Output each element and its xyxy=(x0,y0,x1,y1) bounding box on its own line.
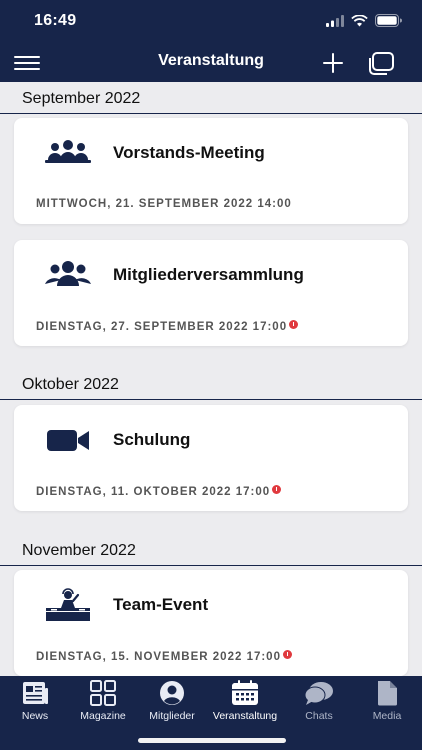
event-name: Mitgliederversammlung xyxy=(113,265,304,284)
tab-magazine[interactable]: Magazine xyxy=(68,680,138,724)
event-date: DIENSTAG, 11. OKTOBER 2022 17:00 xyxy=(36,485,282,498)
tab-label: Veranstaltung xyxy=(212,710,278,722)
file-icon xyxy=(378,681,397,706)
battery-icon xyxy=(375,14,402,27)
event-card[interactable]: Schulung DIENSTAG, 11. OKTOBER 2022 17:0… xyxy=(14,405,408,511)
person-circle-icon xyxy=(160,681,184,705)
tab-veranstaltung[interactable]: Veranstaltung xyxy=(205,680,285,724)
meeting-group-icon xyxy=(45,140,91,163)
grid-icon xyxy=(90,680,116,706)
page-title: Veranstaltung xyxy=(158,52,264,69)
tab-news[interactable]: News xyxy=(0,680,70,724)
event-card[interactable]: Team-Event DIENSTAG, 15. NOVEMBER 2022 1… xyxy=(14,570,408,676)
event-name: Schulung xyxy=(113,430,191,449)
chat-bubbles-icon xyxy=(304,682,333,705)
people-group-icon xyxy=(45,261,91,286)
status-bar: 16:49 xyxy=(0,0,422,44)
event-name: Vorstands-Meeting xyxy=(113,143,265,162)
section-label: September 2022 xyxy=(22,90,141,107)
wifi-icon xyxy=(351,14,368,26)
cellular-signal-icon xyxy=(326,14,344,27)
tab-chats[interactable]: Chats xyxy=(284,680,354,724)
section-header-november: November 2022 xyxy=(0,534,422,566)
home-indicator xyxy=(138,738,286,743)
calendar-icon xyxy=(232,680,258,705)
multi-window-icon[interactable] xyxy=(366,50,396,76)
dj-icon xyxy=(46,588,90,621)
tab-label: Chats xyxy=(305,710,333,722)
tab-label: Magazine xyxy=(80,710,126,722)
alert-icon xyxy=(289,320,299,329)
tab-label: News xyxy=(21,710,49,722)
nav-bar: Veranstaltung xyxy=(0,44,422,82)
tab-mitglieder[interactable]: Mitglieder xyxy=(137,680,207,724)
status-time: 16:49 xyxy=(34,12,77,29)
system-icons xyxy=(326,14,402,27)
section-header-oktober: Oktober 2022 xyxy=(0,368,422,400)
alert-icon xyxy=(282,650,292,659)
event-card[interactable]: Vorstands-Meeting MITTWOCH, 21. SEPTEMBE… xyxy=(14,118,408,224)
newspaper-icon xyxy=(23,682,48,704)
section-header-september: September 2022 xyxy=(0,82,422,114)
tab-label: Media xyxy=(372,710,402,722)
add-event-plus-icon[interactable] xyxy=(320,50,346,76)
section-label: Oktober 2022 xyxy=(22,376,119,393)
event-date: DIENSTAG, 27. SEPTEMBER 2022 17:00 xyxy=(36,320,299,333)
tab-label: Mitglieder xyxy=(149,710,195,722)
event-name: Team-Event xyxy=(113,595,209,614)
event-list[interactable]: September 2022 Vorstands-Meeting MITTWOC… xyxy=(0,82,422,676)
video-camera-icon xyxy=(47,430,89,451)
event-card[interactable]: Mitgliederversammlung DIENSTAG, 27. SEPT… xyxy=(14,240,408,346)
tab-media[interactable]: Media xyxy=(352,680,422,724)
section-label: November 2022 xyxy=(22,542,136,559)
event-date: MITTWOCH, 21. SEPTEMBER 2022 14:00 xyxy=(36,198,292,210)
alert-icon xyxy=(272,485,282,494)
event-date: DIENSTAG, 15. NOVEMBER 2022 17:00 xyxy=(36,650,292,663)
